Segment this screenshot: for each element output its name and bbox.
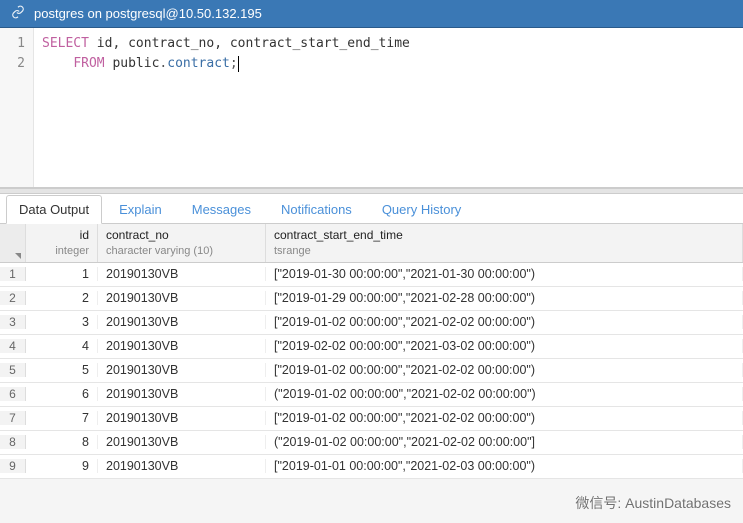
sql-text: id, contract_no, contract_start_end_time	[89, 36, 410, 51]
column-name: contract_start_end_time	[274, 228, 734, 244]
cell-id[interactable]: 2	[26, 291, 98, 305]
output-tabs: Data Output Explain Messages Notificatio…	[0, 194, 743, 224]
line-number: 2	[0, 54, 25, 74]
table-row[interactable]: 3320190130VB["2019-01-02 00:00:00","2021…	[0, 311, 743, 335]
row-number[interactable]: 7	[0, 411, 26, 425]
column-name: id	[34, 228, 89, 244]
connection-bar: postgres on postgresql@10.50.132.195	[0, 0, 743, 28]
cell-tsrange[interactable]: ["2019-01-02 00:00:00","2021-02-02 00:00…	[266, 363, 743, 377]
column-type: character varying (10)	[106, 244, 257, 258]
select-all-corner[interactable]	[0, 224, 26, 262]
connection-title: postgres on postgresql@10.50.132.195	[34, 6, 262, 21]
sql-keyword: FROM	[73, 56, 104, 71]
cell-tsrange[interactable]: ["2019-01-02 00:00:00","2021-02-02 00:00…	[266, 315, 743, 329]
link-icon	[8, 5, 28, 22]
row-number[interactable]: 9	[0, 459, 26, 473]
sql-indent	[42, 56, 73, 71]
cell-id[interactable]: 3	[26, 315, 98, 329]
cell-tsrange[interactable]: ["2019-02-02 00:00:00","2021-03-02 00:00…	[266, 339, 743, 353]
cell-tsrange[interactable]: ["2019-01-29 00:00:00","2021-02-28 00:00…	[266, 291, 743, 305]
table-row[interactable]: 6620190130VB("2019-01-02 00:00:00","2021…	[0, 383, 743, 407]
table-row[interactable]: 4420190130VB["2019-02-02 00:00:00","2021…	[0, 335, 743, 359]
row-number[interactable]: 5	[0, 363, 26, 377]
table-row[interactable]: 2220190130VB["2019-01-29 00:00:00","2021…	[0, 287, 743, 311]
grid-body: 1120190130VB["2019-01-30 00:00:00","2021…	[0, 263, 743, 479]
cell-contract-no[interactable]: 20190130VB	[98, 459, 266, 473]
cell-id[interactable]: 8	[26, 435, 98, 449]
sql-identifier: contract	[167, 56, 230, 71]
table-row[interactable]: 5520190130VB["2019-01-02 00:00:00","2021…	[0, 359, 743, 383]
column-name: contract_no	[106, 228, 257, 244]
tab-data-output[interactable]: Data Output	[6, 195, 102, 224]
column-type: tsrange	[274, 244, 734, 258]
sql-editor[interactable]: 1 2 SELECT id, contract_no, contract_sta…	[0, 28, 743, 188]
code-area[interactable]: SELECT id, contract_no, contract_start_e…	[34, 28, 743, 187]
line-number: 1	[0, 34, 25, 54]
text-caret	[238, 56, 239, 72]
tab-explain[interactable]: Explain	[106, 195, 175, 223]
row-number[interactable]: 2	[0, 291, 26, 305]
line-gutter: 1 2	[0, 28, 34, 187]
row-number[interactable]: 3	[0, 315, 26, 329]
cell-contract-no[interactable]: 20190130VB	[98, 411, 266, 425]
row-number[interactable]: 6	[0, 387, 26, 401]
cell-contract-no[interactable]: 20190130VB	[98, 315, 266, 329]
tab-notifications[interactable]: Notifications	[268, 195, 365, 223]
cell-contract-no[interactable]: 20190130VB	[98, 435, 266, 449]
cell-contract-no[interactable]: 20190130VB	[98, 339, 266, 353]
tab-query-history[interactable]: Query History	[369, 195, 474, 223]
tab-messages[interactable]: Messages	[179, 195, 264, 223]
cell-id[interactable]: 4	[26, 339, 98, 353]
column-header-contract-no[interactable]: contract_no character varying (10)	[98, 224, 266, 262]
cell-contract-no[interactable]: 20190130VB	[98, 291, 266, 305]
row-number[interactable]: 4	[0, 339, 26, 353]
row-number[interactable]: 1	[0, 267, 26, 281]
cell-id[interactable]: 7	[26, 411, 98, 425]
table-row[interactable]: 9920190130VB["2019-01-01 00:00:00","2021…	[0, 455, 743, 479]
cell-id[interactable]: 1	[26, 267, 98, 281]
cell-tsrange[interactable]: ("2019-01-02 00:00:00","2021-02-02 00:00…	[266, 387, 743, 401]
cell-id[interactable]: 6	[26, 387, 98, 401]
column-header-tsrange[interactable]: contract_start_end_time tsrange	[266, 224, 743, 262]
cell-contract-no[interactable]: 20190130VB	[98, 363, 266, 377]
table-row[interactable]: 7720190130VB["2019-01-02 00:00:00","2021…	[0, 407, 743, 431]
watermark-text: 微信号: AustinDatabases	[575, 493, 731, 513]
cell-contract-no[interactable]: 20190130VB	[98, 387, 266, 401]
cell-tsrange[interactable]: ["2019-01-30 00:00:00","2021-01-30 00:00…	[266, 267, 743, 281]
table-row[interactable]: 8820190130VB("2019-01-02 00:00:00","2021…	[0, 431, 743, 455]
cell-tsrange[interactable]: ("2019-01-02 00:00:00","2021-02-02 00:00…	[266, 435, 743, 449]
column-header-id[interactable]: id integer	[26, 224, 98, 262]
cell-tsrange[interactable]: ["2019-01-01 00:00:00","2021-02-03 00:00…	[266, 459, 743, 473]
sql-text: public	[105, 56, 160, 71]
cell-id[interactable]: 5	[26, 363, 98, 377]
cell-id[interactable]: 9	[26, 459, 98, 473]
sql-keyword: SELECT	[42, 36, 89, 51]
row-number[interactable]: 8	[0, 435, 26, 449]
sql-semicolon: ;	[230, 56, 238, 71]
column-type: integer	[34, 244, 89, 258]
table-row[interactable]: 1120190130VB["2019-01-30 00:00:00","2021…	[0, 263, 743, 287]
cell-tsrange[interactable]: ["2019-01-02 00:00:00","2021-02-02 00:00…	[266, 411, 743, 425]
result-grid: id integer contract_no character varying…	[0, 224, 743, 479]
grid-header: id integer contract_no character varying…	[0, 224, 743, 263]
cell-contract-no[interactable]: 20190130VB	[98, 267, 266, 281]
